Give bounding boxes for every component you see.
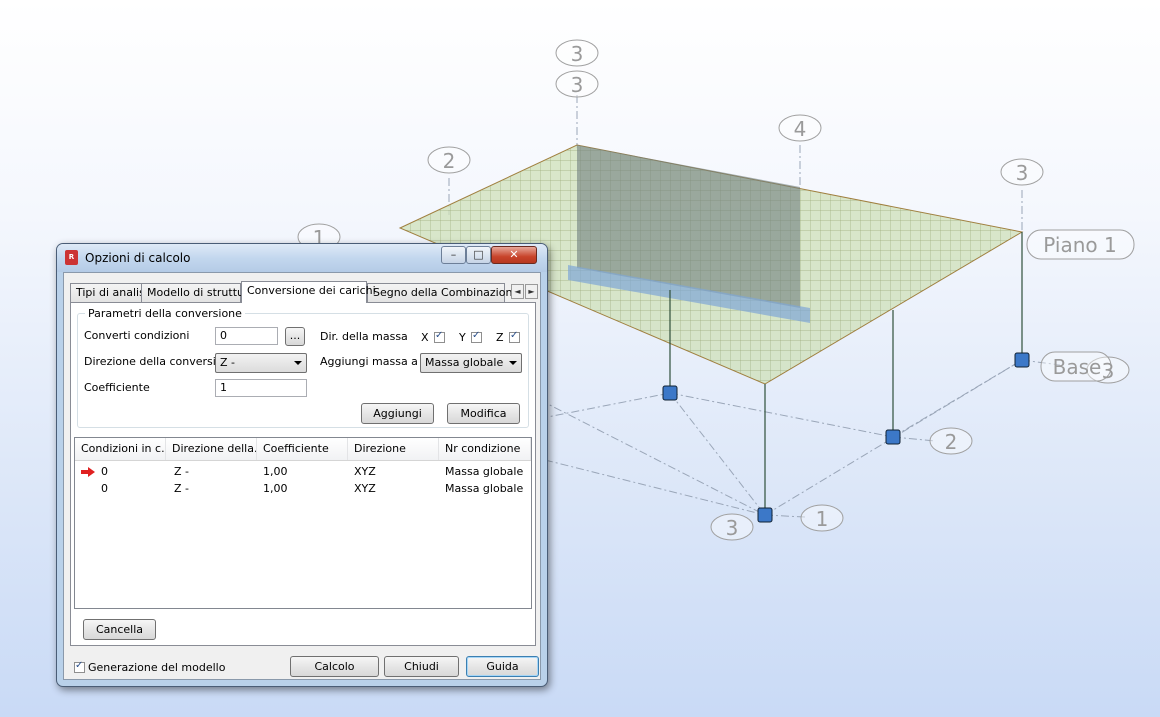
cell-direzione: Z - [174,482,190,495]
axis-x-label: X [421,331,429,344]
axis-x-checkbox[interactable] [434,330,445,343]
column-header[interactable]: Direzione [348,438,439,460]
converti-condizioni-input[interactable]: 0 [215,327,278,345]
generazione-modello-checkbox[interactable] [74,660,85,673]
direzione-conversione-label: Direzione della conversione [84,355,237,368]
grid-marker-label: 3 [1102,359,1115,383]
grid-marker-label: 3 [571,42,584,66]
grid-marker-label: 3 [571,73,584,97]
dialog-client-area: Tipi di analisi Modello di struttura Con… [63,272,541,680]
list-header: Condizioni in c... Direzione della... Co… [75,438,531,461]
grid-marker-label: 2 [443,149,456,173]
close-icon[interactable]: ✕ [491,246,537,264]
chevron-down-icon [509,361,517,365]
tab-segno-della-combinazione[interactable]: Segno della Combinazione [367,283,519,302]
column-header[interactable]: Condizioni in c... [75,438,166,460]
aggiungi-massa-value: Massa globale [425,356,504,369]
coefficiente-label: Coefficiente [84,381,150,394]
scroll-right-icon[interactable]: ► [525,284,538,299]
axis-z-label: Z [496,331,504,344]
conversion-list[interactable]: Condizioni in c... Direzione della... Co… [74,437,532,609]
cell-dir-massa: XYZ [354,482,376,495]
grid-marker-label: 4 [794,117,807,141]
cell-coefficiente: 1,00 [263,482,288,495]
aggiungi-massa-select[interactable]: Massa globale [420,353,522,373]
column-header[interactable]: Nr condizione [439,438,531,460]
grid-marker-label: 2 [945,430,958,454]
cell-coefficiente: 1,00 [263,465,288,478]
browse-button[interactable]: ... [285,327,305,346]
minimize-icon[interactable]: – [441,246,466,264]
tab-scroll-buttons: ◄ ► [511,284,539,300]
calcolo-button[interactable]: Calcolo [290,656,379,677]
supports[interactable] [662,352,1030,523]
scroll-left-icon[interactable]: ◄ [511,284,524,299]
dialog-titlebar[interactable]: R Opzioni di calcolo – □ ✕ [57,244,547,272]
chiudi-button[interactable]: Chiudi [384,656,459,677]
cell-nr-condizione: Massa globale [445,482,524,495]
cancella-button[interactable]: Cancella [83,619,156,640]
modifica-button[interactable]: Modifica [447,403,520,424]
level-label-base: Base [1053,355,1102,379]
grid-marker-label: 1 [816,507,829,531]
conversion-parameters-group: Parametri della conversione Converti con… [77,307,529,428]
direzione-conversione-select[interactable]: Z - [215,353,307,373]
cell-condizioni: 0 [101,482,108,495]
cell-dir-massa: XYZ [354,465,376,478]
aggiungi-massa-label: Aggiungi massa a [320,355,418,368]
tab-strip: Tipi di analisi Modello di struttura Con… [67,281,539,303]
calculation-options-dialog: R Opzioni di calcolo – □ ✕ Tipi di anali… [56,243,548,687]
aggiungi-button[interactable]: Aggiungi [361,403,434,424]
maximize-icon[interactable]: □ [466,246,491,264]
level-label-piano: Piano 1 [1043,233,1116,257]
coefficiente-input[interactable]: 1 [215,379,307,397]
cell-condizioni: 0 [101,465,108,478]
tab-panel-conversione: Parametri della conversione Converti con… [70,302,536,646]
axis-y-label: Y [459,331,466,344]
chevron-down-icon [294,361,302,365]
column-header[interactable]: Direzione della... [166,438,257,460]
grid-marker-label: 3 [726,516,739,540]
dir-massa-label: Dir. della massa [320,330,408,343]
current-row-arrow-icon [81,467,95,477]
grid-marker-label: 3 [1016,161,1029,185]
cell-nr-condizione: Massa globale [445,465,524,478]
dialog-title: Opzioni di calcolo [85,251,191,265]
direzione-conversione-value: Z - [220,356,236,369]
table-row[interactable]: 0 Z - 1,00 XYZ Massa globale [75,481,531,497]
table-row[interactable]: 0 Z - 1,00 XYZ Massa globale [75,464,531,480]
axis-z-checkbox[interactable] [509,330,520,343]
tab-tipi-di-analisi[interactable]: Tipi di analisi [70,283,148,302]
generazione-modello-label: Generazione del modello [88,661,226,674]
tab-conversione-dei-carichi[interactable]: Conversione dei carichi [241,281,376,303]
guida-button[interactable]: Guida [466,656,539,677]
cell-direzione: Z - [174,465,190,478]
tab-modello-di-struttura[interactable]: Modello di struttura [141,283,255,302]
robot-app-icon: R [65,250,78,265]
converti-condizioni-label: Converti condizioni [84,329,190,342]
column-header[interactable]: Coefficiente [257,438,348,460]
group-legend: Parametri della conversione [85,307,245,320]
axis-y-checkbox[interactable] [471,330,482,343]
